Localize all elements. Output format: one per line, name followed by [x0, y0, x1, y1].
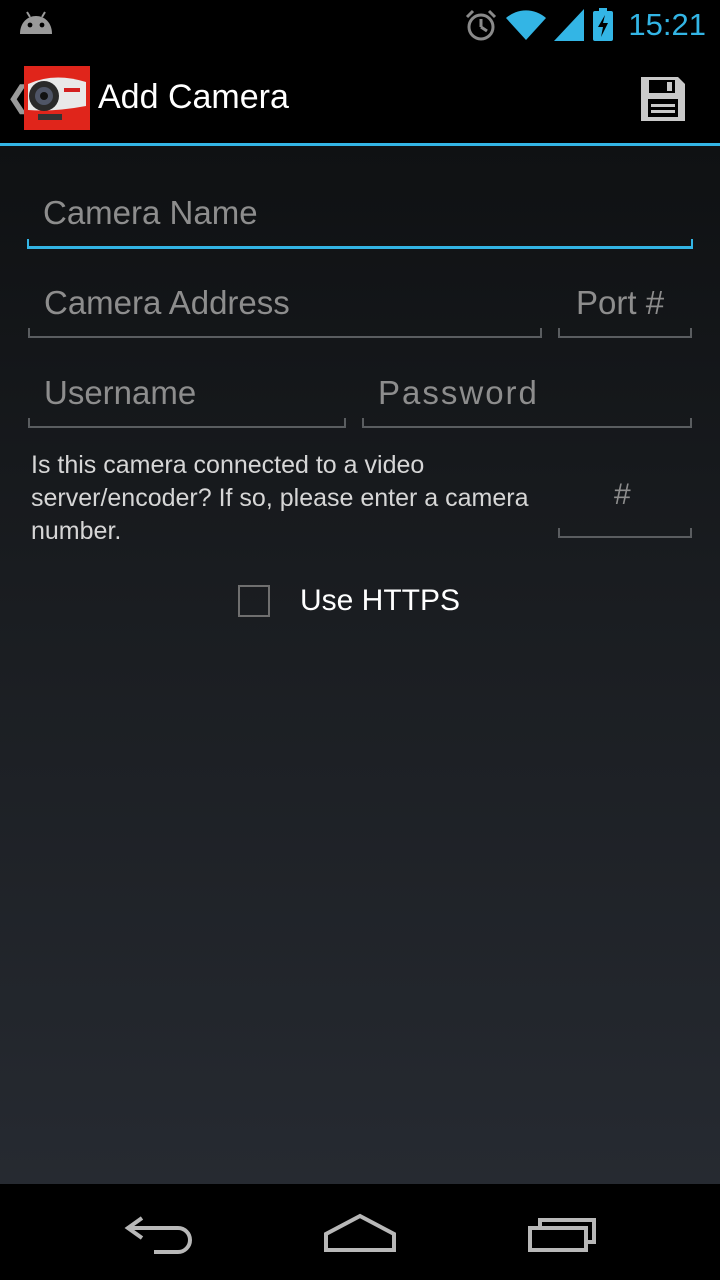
checkbox-box[interactable]	[238, 585, 270, 617]
use-https-label[interactable]: Use HTTPS	[300, 584, 460, 618]
camera-address-placeholder: Camera Address	[44, 284, 290, 321]
battery-charging-icon	[593, 8, 614, 41]
password-field[interactable]: Password	[362, 370, 692, 428]
camera-name-placeholder: Camera Name	[43, 194, 258, 231]
back-icon[interactable]	[124, 1212, 196, 1254]
camera-address-field[interactable]: Camera Address	[28, 280, 542, 338]
password-placeholder: Password	[378, 374, 539, 411]
status-clock: 15:21	[628, 7, 706, 42]
home-icon[interactable]	[322, 1212, 398, 1254]
wifi-icon	[506, 10, 547, 40]
alarm-icon	[466, 9, 497, 41]
username-field[interactable]: Username	[28, 370, 346, 428]
camera-number-question: Is this camera connected to a video serv…	[31, 451, 529, 545]
page-title: Add Camera	[98, 78, 289, 116]
recent-apps-icon[interactable]	[526, 1212, 598, 1254]
add-camera-form: Camera Name Camera Address Port # Userna…	[0, 146, 720, 1184]
username-placeholder: Username	[44, 374, 197, 411]
use-https-checkbox[interactable]: Use HTTPS	[238, 584, 460, 618]
android-notification-icon	[20, 11, 52, 34]
navigation-bar	[0, 1184, 720, 1280]
signal-icon	[554, 9, 585, 41]
port-field[interactable]: Port #	[558, 280, 692, 338]
camera-number-placeholder: #	[614, 478, 631, 511]
save-icon[interactable]	[638, 74, 688, 124]
camera-name-field[interactable]: Camera Name	[27, 190, 693, 249]
action-bar: ❮ Add Camera	[0, 50, 720, 144]
status-bar: 15:21	[0, 0, 720, 50]
camera-number-field[interactable]: #	[558, 470, 692, 538]
port-placeholder: Port #	[576, 284, 665, 321]
camera-app-icon[interactable]	[24, 66, 90, 130]
